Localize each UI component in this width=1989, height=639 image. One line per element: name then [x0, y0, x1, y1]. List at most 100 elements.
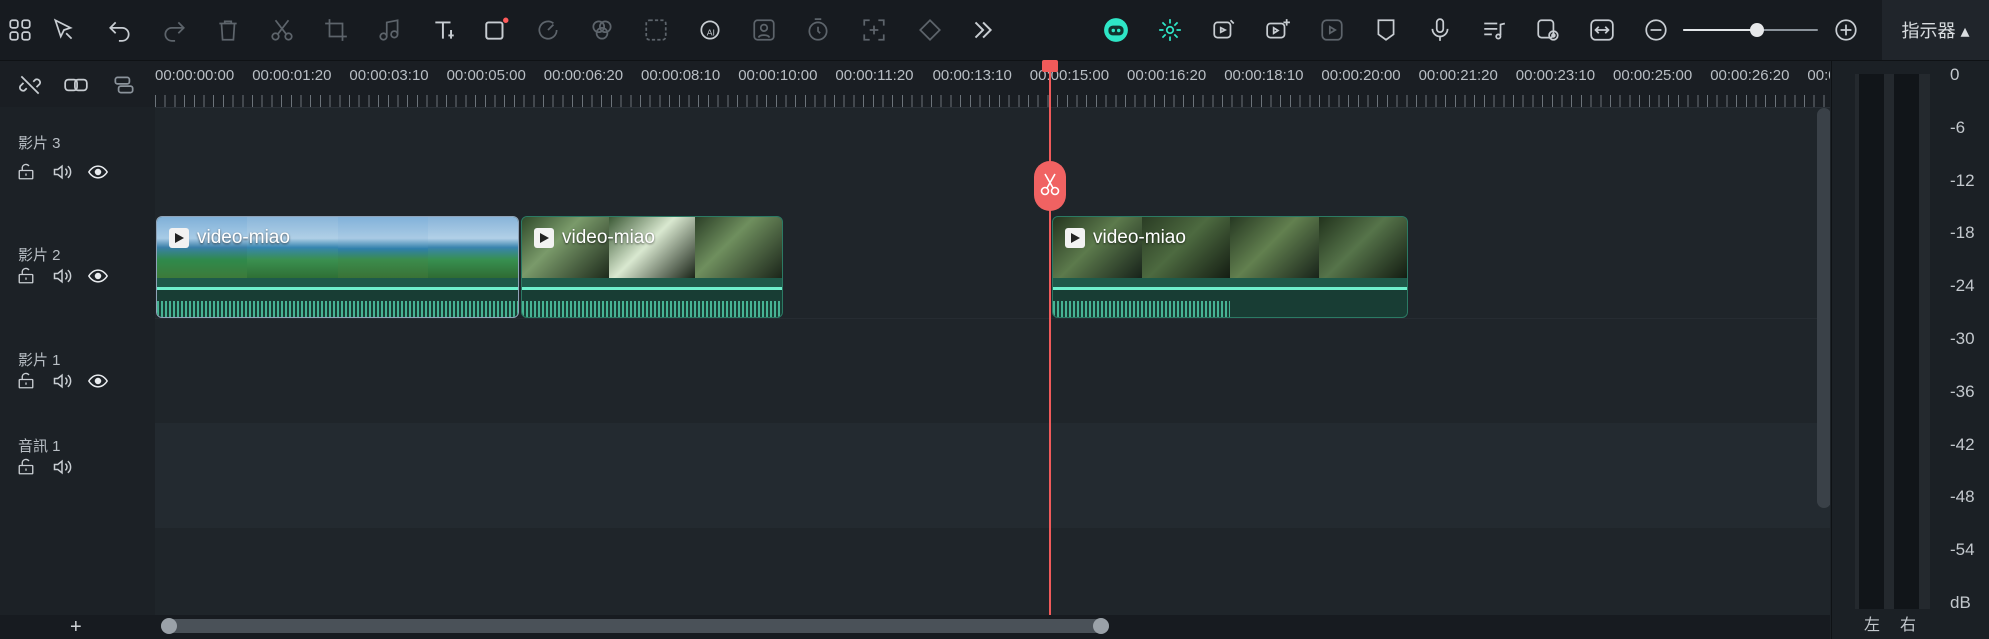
track-row-video-2	[155, 318, 1830, 424]
text-icon[interactable]	[426, 12, 462, 48]
horizontal-scrollbar[interactable]	[161, 618, 1109, 634]
preview-icon[interactable]	[1530, 12, 1566, 48]
ai-portrait-icon[interactable]	[746, 12, 782, 48]
meter-panel-tab[interactable]: 指示器 ▴	[1882, 0, 1989, 60]
audio-mix-icon[interactable]	[1476, 12, 1512, 48]
volume-icon[interactable]	[50, 455, 74, 479]
ai-robot-icon[interactable]	[1098, 12, 1134, 48]
video-stab-icon[interactable]	[1206, 12, 1242, 48]
right-channel-label: 右	[1900, 617, 1917, 634]
redo-icon[interactable]	[156, 12, 192, 48]
db-scale-label: dB	[1950, 593, 1971, 612]
zoom-out-icon[interactable]	[1638, 12, 1674, 48]
apps-grid-icon[interactable]	[2, 12, 38, 48]
db-scale-label: -12	[1950, 170, 1975, 190]
fit-width-icon[interactable]	[1584, 12, 1620, 48]
lock-icon[interactable]	[14, 369, 38, 393]
ruler-timecode: 00:00:10:00	[738, 67, 818, 84]
ruler-timecode: 00:00:18:10	[1224, 67, 1304, 84]
add-frame-icon[interactable]	[856, 12, 892, 48]
ai-audio-icon[interactable]: AI	[692, 12, 728, 48]
scrollbar-left-handle[interactable]	[161, 618, 177, 634]
cut-icon[interactable]	[264, 12, 300, 48]
zoom-slider[interactable]	[1683, 23, 1818, 37]
svg-text:AI: AI	[707, 27, 715, 37]
delete-icon[interactable]	[210, 12, 246, 48]
eye-icon[interactable]	[86, 160, 110, 184]
clip-audio-waveform	[1053, 290, 1407, 317]
playhead[interactable]	[1049, 61, 1051, 639]
shape-record-icon[interactable]	[478, 12, 514, 48]
crop-icon[interactable]	[318, 12, 354, 48]
playhead-handle[interactable]	[1042, 60, 1058, 72]
ruler-timecode: 00:00:	[1807, 67, 1830, 84]
track-group-icon[interactable]	[106, 67, 142, 103]
track-controls	[14, 369, 110, 393]
track-controls	[14, 455, 74, 479]
undo-icon[interactable]	[102, 12, 138, 48]
audio-meter-panel: 0 -6 -12 -18 -24 -30 -36 -42 -48 -54 dB 左 右	[1831, 61, 1989, 639]
scissors-icon	[1039, 171, 1061, 202]
mask-icon[interactable]	[638, 12, 674, 48]
track-name: 影片 1	[18, 352, 61, 369]
play-icon	[1065, 228, 1085, 248]
ruler-timecode: 00:00:25:00	[1613, 67, 1693, 84]
db-scale-label: -48	[1950, 487, 1975, 507]
clip-audio-waveform	[157, 290, 518, 317]
db-scale-label: -30	[1950, 329, 1975, 348]
add-video-icon[interactable]	[1260, 12, 1296, 48]
auto-highlight-icon[interactable]	[1152, 12, 1188, 48]
video-clip[interactable]: video-miao	[521, 216, 783, 318]
timeline-ruler[interactable]: 00:00:00:00 00:00:01:20 00:00:03:10 00:00:0…	[155, 61, 1830, 108]
volume-icon[interactable]	[50, 264, 74, 288]
link-icon[interactable]	[58, 67, 94, 103]
track-name: 音訊 1	[18, 438, 61, 455]
video-clip[interactable]: video-miao	[1052, 216, 1408, 318]
add-track-button[interactable]: +	[70, 616, 82, 639]
render-preview-icon[interactable]	[1314, 12, 1350, 48]
keyframe-icon[interactable]	[912, 12, 948, 48]
zoom-slider-knob[interactable]	[1750, 23, 1765, 37]
ruler-timecode: 00:00:26:20	[1710, 67, 1790, 84]
color-icon[interactable]	[584, 12, 620, 48]
more-chevrons-icon[interactable]	[964, 12, 1000, 48]
lock-icon[interactable]	[14, 160, 38, 184]
ruler-timecode: 00:00:03:10	[349, 67, 429, 84]
ruler-timecode: 00:00:21:20	[1418, 67, 1498, 84]
video-clip[interactable]: video-miao	[156, 216, 519, 318]
clip-title: video-miao	[562, 227, 655, 248]
timeline-track-area[interactable]: video-miao video-miao video-miao	[155, 108, 1830, 615]
clip-audio-waveform	[522, 290, 782, 317]
lock-icon[interactable]	[14, 455, 38, 479]
zoom-in-icon[interactable]	[1828, 12, 1864, 48]
volume-icon[interactable]	[50, 369, 74, 393]
marker-icon[interactable]	[1368, 12, 1404, 48]
microphone-icon[interactable]	[1422, 12, 1458, 48]
eye-icon[interactable]	[86, 264, 110, 288]
timer-icon[interactable]	[800, 12, 836, 48]
db-scale-label: -36	[1950, 381, 1975, 401]
eye-icon[interactable]	[86, 369, 110, 393]
db-scale-label: -18	[1950, 223, 1975, 243]
ruler-timecode: 00:00:16:20	[1127, 67, 1207, 84]
left-channel-label: 左	[1864, 617, 1881, 634]
volume-icon[interactable]	[50, 160, 74, 184]
track-name: 影片 3	[18, 135, 61, 152]
clip-title: video-miao	[197, 227, 290, 248]
select-arrow-icon[interactable]	[46, 12, 82, 48]
track-controls	[14, 160, 110, 184]
vertical-scrollbar[interactable]	[1817, 108, 1830, 508]
audio-note-icon[interactable]	[372, 12, 408, 48]
ruler-ticks	[155, 95, 1830, 107]
lock-icon[interactable]	[14, 264, 38, 288]
speed-icon[interactable]	[530, 12, 566, 48]
ruler-timecode: 00:00:08:10	[641, 67, 721, 84]
unlink-icon[interactable]	[12, 67, 48, 103]
ruler-timecode: 00:00:06:20	[543, 67, 624, 84]
track-name: 影片 2	[18, 247, 61, 264]
track-row-video-1	[155, 423, 1830, 528]
scrollbar-right-handle[interactable]	[1093, 618, 1109, 634]
track-controls	[14, 264, 110, 288]
split-at-playhead-button[interactable]	[1034, 161, 1066, 211]
ruler-timecode: 00:00:05:00	[446, 67, 526, 84]
